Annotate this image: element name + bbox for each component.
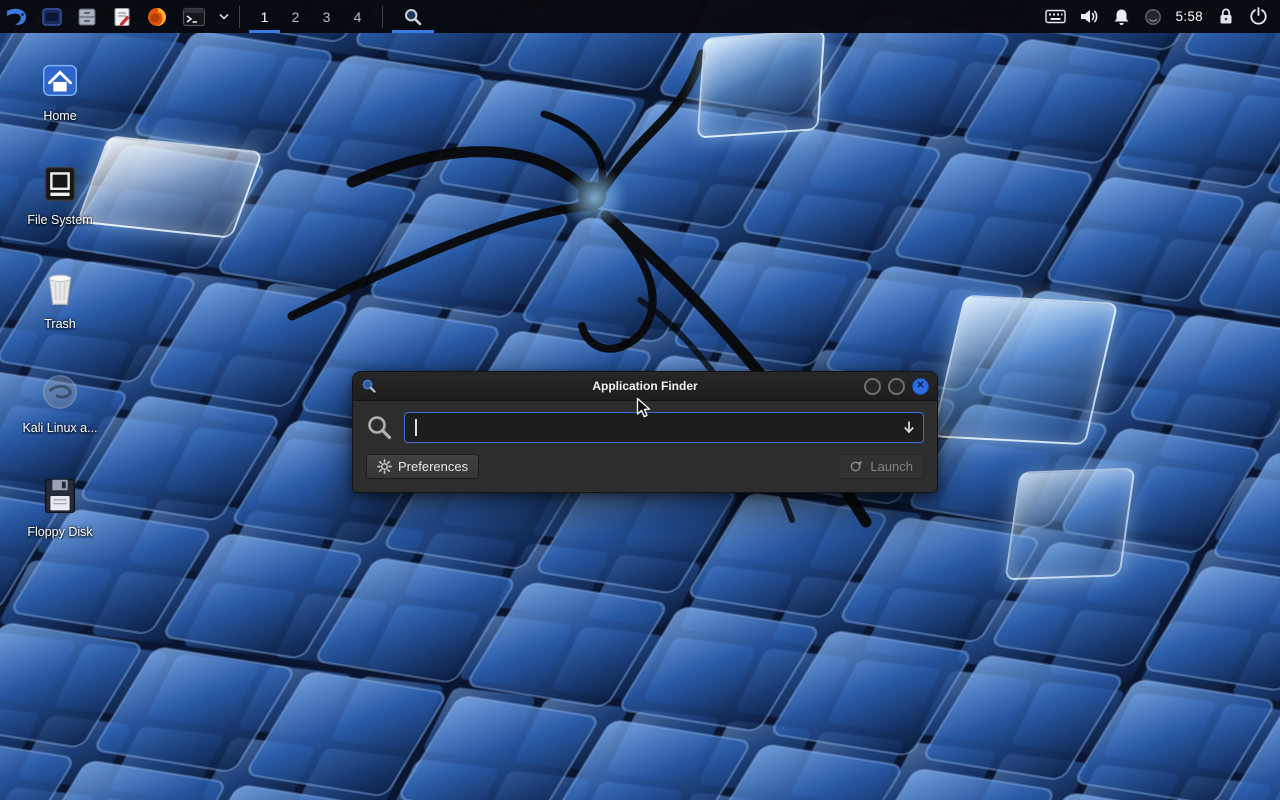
chevron-down-icon [219, 13, 229, 20]
lock-screen-button[interactable] [1217, 7, 1235, 26]
launch-button[interactable]: Launch [838, 454, 924, 479]
search-icon [366, 414, 393, 441]
glass-cube [1004, 468, 1135, 581]
home-icon [36, 56, 84, 104]
launcher-text-editor[interactable] [109, 4, 135, 30]
search-input[interactable] [404, 412, 924, 443]
launcher-terminal[interactable] [179, 4, 209, 30]
taskbar-application-finder[interactable] [392, 0, 434, 33]
glass-cube [932, 295, 1119, 446]
panel-right: 5:58 [1045, 0, 1272, 33]
floppy-disk-icon [36, 472, 84, 520]
volume-button[interactable] [1080, 8, 1099, 25]
workspace-2[interactable]: 2 [280, 0, 311, 33]
close-button[interactable]: ✕ [912, 378, 929, 395]
glow-accent [560, 168, 630, 228]
window-title: Application Finder [353, 379, 937, 393]
lock-icon [1217, 7, 1235, 26]
launcher-firefox[interactable] [144, 4, 170, 30]
launcher-window-manager[interactable] [39, 4, 65, 30]
history-dropdown-button[interactable] [901, 419, 917, 440]
notifications-button[interactable] [1113, 8, 1130, 26]
application-finder-window: Application Finder ✕ [352, 371, 938, 493]
workspace-4[interactable]: 4 [342, 0, 373, 33]
workspace-1[interactable]: 1 [249, 0, 280, 33]
window-manager-icon [41, 6, 63, 28]
arrow-down-icon [901, 419, 917, 435]
bell-icon [1113, 8, 1130, 26]
kali-docs-icon [36, 368, 84, 416]
desktop-icon-floppy-disk[interactable]: Floppy Disk [12, 472, 108, 539]
launch-label: Launch [870, 459, 913, 474]
maximize-button[interactable] [888, 378, 905, 395]
file-manager-icon [76, 6, 98, 28]
search-box [404, 412, 924, 443]
preferences-label: Preferences [398, 459, 468, 474]
file-system-icon [36, 160, 84, 208]
workspace-3[interactable]: 3 [311, 0, 342, 33]
desktop-icon-label: Trash [44, 317, 76, 331]
desktop-icon-file-system[interactable]: File System [12, 160, 108, 227]
desktop-icon-label: Floppy Disk [27, 525, 92, 539]
gear-icon [377, 459, 392, 474]
titlebar[interactable]: Application Finder ✕ [353, 372, 937, 401]
minimize-button[interactable] [864, 378, 881, 395]
desktop-icon-home[interactable]: Home [12, 56, 108, 123]
logout-icon [1249, 7, 1268, 26]
trash-icon [36, 264, 84, 312]
desktop-icon-list: Home File System [12, 56, 108, 539]
workspace-switcher: 1 2 3 4 [249, 0, 373, 33]
text-caret [415, 419, 417, 436]
keyboard-indicator[interactable] [1045, 9, 1066, 24]
launch-icon [849, 459, 864, 474]
desktop-icon-label: Kali Linux a... [22, 421, 97, 435]
desktop-screen: 1 2 3 4 [0, 0, 1280, 800]
desktop-icon-trash[interactable]: Trash [12, 264, 108, 331]
tray-status-button[interactable] [1144, 8, 1162, 26]
panel-left: 1 2 3 4 [4, 0, 434, 33]
action-row: Preferences Launch [353, 445, 937, 492]
firefox-icon [146, 6, 168, 28]
tray-status-icon [1144, 8, 1162, 26]
keyboard-icon [1045, 9, 1066, 24]
logout-button[interactable] [1249, 7, 1268, 26]
desktop-icon-kali-docs[interactable]: Kali Linux a... [12, 368, 108, 435]
kali-logo-icon [5, 5, 29, 29]
window-controls: ✕ [864, 378, 929, 395]
desktop-icon-label: File System [27, 213, 92, 227]
preferences-button[interactable]: Preferences [366, 454, 479, 479]
panel-separator [382, 6, 383, 28]
terminal-icon [182, 6, 206, 28]
search-row [353, 401, 937, 445]
terminal-dropdown-button[interactable] [218, 4, 230, 30]
top-panel: 1 2 3 4 [0, 0, 1280, 33]
glass-cube [697, 29, 826, 138]
kali-menu-button[interactable] [4, 4, 30, 30]
volume-icon [1080, 8, 1099, 25]
application-finder-icon [403, 7, 423, 27]
panel-separator [239, 6, 240, 28]
desktop-icon-label: Home [43, 109, 76, 123]
launcher-file-manager[interactable] [74, 4, 100, 30]
text-editor-icon [111, 6, 133, 28]
clock[interactable]: 5:58 [1176, 9, 1203, 24]
